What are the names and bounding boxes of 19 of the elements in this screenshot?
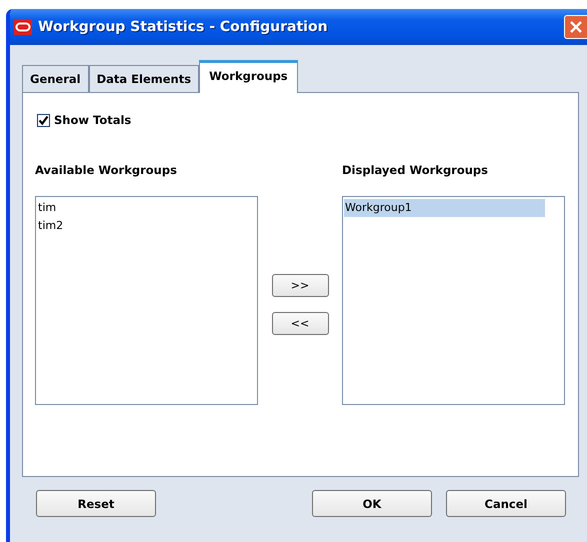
- ok-button[interactable]: OK: [312, 490, 432, 517]
- tab[interactable]: Data Elements: [88, 65, 200, 92]
- list-item[interactable]: tim2: [37, 217, 238, 235]
- list-heading: Displayed Workgroups: [342, 163, 490, 177]
- move-button[interactable]: >>: [272, 274, 328, 297]
- window-title: Workgroup Statistics - Configuration: [38, 19, 328, 35]
- list-heading: Available Workgroups: [35, 163, 178, 177]
- cancel-button[interactable]: Cancel: [446, 490, 566, 517]
- checkbox-label: Show Totals: [54, 113, 132, 127]
- app-logo-icon: [14, 19, 32, 35]
- close-button[interactable]: [564, 15, 587, 39]
- tab[interactable]: General: [22, 65, 89, 92]
- move-button[interactable]: <<: [272, 312, 328, 335]
- checkbox[interactable]: [37, 114, 50, 126]
- tab[interactable]: Workgroups: [199, 60, 298, 93]
- list-item[interactable]: tim: [37, 199, 238, 217]
- reset-button[interactable]: Reset: [36, 490, 156, 517]
- list-item[interactable]: Workgroup1: [344, 199, 545, 217]
- close-icon: [569, 20, 583, 34]
